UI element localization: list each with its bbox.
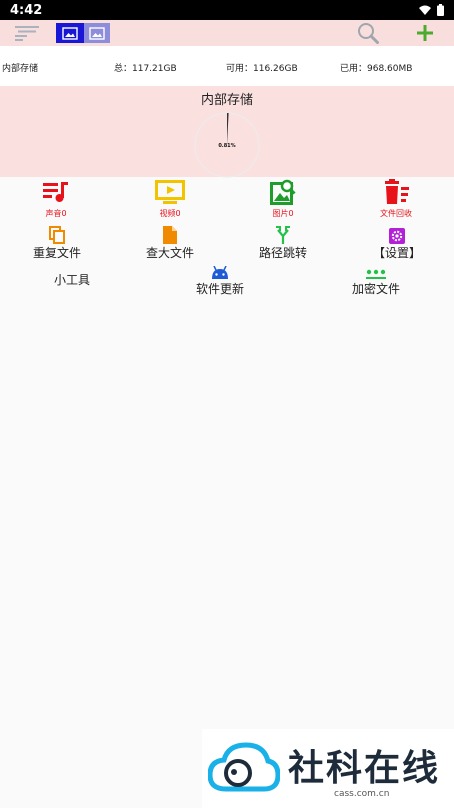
view-mode-button-2[interactable] [84, 23, 110, 43]
tool-large-label: 查大文件 [145, 246, 194, 260]
tv-play-icon [155, 180, 185, 204]
music-list-icon [43, 182, 68, 202]
search-icon [358, 23, 379, 44]
tool-path-label: 路径跳转 [258, 246, 307, 260]
category-recycle-label: 文件回收 [380, 209, 412, 218]
storage-panel[interactable]: 内部存储 0.81% [0, 86, 454, 178]
status-bar: 4:42 [0, 0, 454, 20]
wifi-icon [419, 5, 431, 15]
gear-icon [389, 228, 405, 244]
storage-usage-pie: 0.81% [194, 112, 260, 178]
tool-small-label: 小工具 [53, 273, 90, 287]
tool-encrypt-files[interactable]: 加密文件 [348, 260, 404, 297]
tool-settings-label: 【设置】 [372, 246, 421, 260]
add-button[interactable] [414, 22, 436, 44]
category-video[interactable]: 视频0 [140, 178, 200, 219]
storage-total: 总：117.21GB [114, 64, 177, 74]
battery-icon [437, 4, 444, 16]
android-icon [212, 266, 228, 279]
category-image-label: 图片0 [272, 209, 294, 218]
tool-update-label: 软件更新 [195, 282, 244, 296]
dots-icon [366, 269, 386, 279]
status-time: 4:42 [10, 2, 43, 18]
trash-list-icon [385, 179, 409, 204]
cloud-logo-icon [208, 742, 280, 792]
sort-menu-icon [15, 26, 39, 41]
toolbar [0, 20, 454, 46]
storage-info-row[interactable]: 内部存储 总：117.21GB 可用：116.26GB 已用：968.60MB [0, 46, 454, 86]
file-icon [163, 226, 177, 244]
storage-name: 内部存储 [2, 64, 39, 74]
pie-label: 0.81% [218, 143, 235, 149]
watermark: 社科在线 cass.com.cn [202, 729, 454, 808]
storage-title: 内部存储 [200, 93, 253, 108]
status-icons [419, 4, 444, 16]
image-icon [89, 26, 105, 40]
storage-used: 已用：968.60MB [340, 64, 413, 74]
tool-settings[interactable]: 【设置】 [370, 224, 424, 261]
tool-small-tools[interactable]: 小工具 [52, 271, 92, 288]
search-button[interactable] [356, 22, 380, 44]
fork-icon [276, 226, 290, 244]
tool-duplicate-files[interactable]: 重复文件 [30, 224, 84, 261]
view-mode-button-1[interactable] [56, 23, 84, 43]
copy-icon [49, 226, 65, 244]
plus-icon [417, 25, 433, 41]
watermark-url: cass.com.cn [334, 789, 390, 799]
tool-path-jump[interactable]: 路径跳转 [256, 224, 310, 261]
sort-menu-button[interactable] [14, 23, 42, 43]
category-audio[interactable]: 声音0 [26, 178, 86, 219]
storage-available: 可用：116.26GB [226, 64, 298, 74]
category-recycle[interactable]: 文件回收 [366, 178, 426, 219]
tool-software-update[interactable]: 软件更新 [192, 260, 248, 297]
image-icon [62, 26, 78, 40]
watermark-text: 社科在线 [288, 748, 441, 789]
category-video-label: 视频0 [159, 209, 181, 218]
category-audio-label: 声音0 [45, 209, 67, 218]
category-image[interactable]: 图片0 [253, 178, 313, 219]
pie-used-slice [227, 113, 229, 145]
tool-duplicate-label: 重复文件 [32, 246, 81, 260]
image-search-icon [270, 179, 296, 205]
tool-encrypt-label: 加密文件 [351, 282, 400, 296]
tool-large-files[interactable]: 查大文件 [143, 224, 197, 261]
